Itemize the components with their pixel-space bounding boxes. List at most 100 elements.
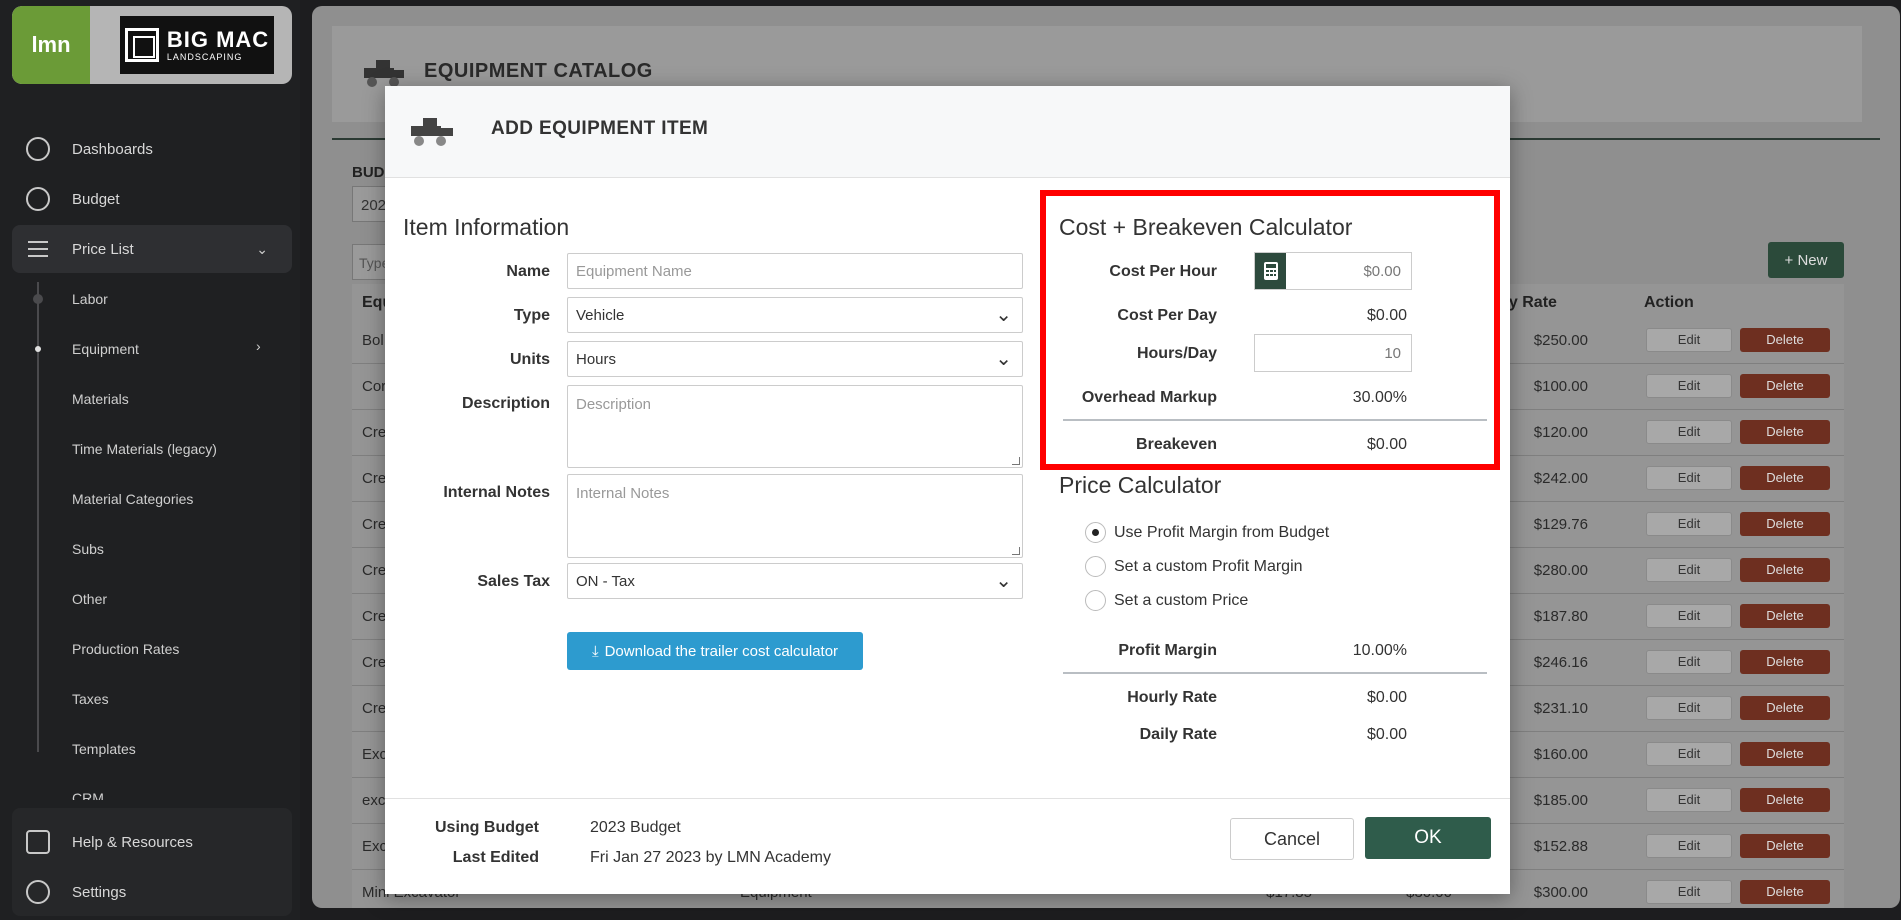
modal-header: ADD EQUIPMENT ITEM: [385, 86, 1510, 178]
description-textarea[interactable]: Description: [567, 385, 1023, 468]
company-logo-mark-icon: [124, 28, 159, 62]
delete-button[interactable]: Delete: [1740, 604, 1830, 628]
delete-button[interactable]: Delete: [1740, 466, 1830, 490]
cost-per-day-label: Cost Per Day: [1117, 307, 1217, 324]
edit-button[interactable]: Edit: [1646, 788, 1732, 812]
sidebar-subitem-labor[interactable]: Labor: [72, 291, 108, 307]
sidebar-item-budget[interactable]: Budget: [12, 175, 292, 223]
sidebar-item-label: Budget: [72, 190, 120, 208]
resize-handle-icon[interactable]: [1012, 547, 1020, 555]
delete-button[interactable]: Delete: [1740, 880, 1830, 904]
sidebar-subitem-other[interactable]: Other: [72, 591, 107, 607]
table-cell-name: exc: [362, 792, 386, 809]
delete-button[interactable]: Delete: [1740, 512, 1830, 536]
truck-icon: [364, 60, 404, 87]
calculator-icon[interactable]: [1255, 253, 1286, 289]
hours-per-day-label: Hours/Day: [1136, 345, 1217, 362]
edit-button[interactable]: Edit: [1646, 880, 1732, 904]
internal-notes-textarea[interactable]: Internal Notes: [567, 474, 1023, 558]
delete-button[interactable]: Delete: [1740, 558, 1830, 582]
daily-rate-label: Daily Rate: [1139, 726, 1217, 743]
last-edited-value: Fri Jan 27 2023 by LMN Academy: [590, 849, 832, 866]
lmn-logo[interactable]: lmn: [12, 6, 90, 84]
edit-button[interactable]: Edit: [1646, 512, 1732, 536]
column-header-action: Action: [1644, 294, 1694, 311]
radio-button-selected[interactable]: [1085, 522, 1106, 543]
radio-use-profit-margin[interactable]: Use Profit Margin from Budget: [1085, 522, 1329, 543]
edit-button[interactable]: Edit: [1646, 604, 1732, 628]
submenu-dot-active: [35, 346, 41, 352]
delete-button[interactable]: Delete: [1740, 328, 1830, 352]
add-equipment-modal: ADD EQUIPMENT ITEM Item Information Name…: [385, 86, 1510, 894]
edit-button[interactable]: Edit: [1646, 420, 1732, 444]
sidebar-item-label: Dashboards: [72, 140, 153, 158]
logo-word-big: BIG: [166, 26, 209, 52]
radio-button[interactable]: [1085, 556, 1106, 577]
sidebar-subitem-templates[interactable]: Templates: [72, 741, 136, 757]
hours-per-day-input[interactable]: 10: [1254, 334, 1412, 372]
gear-icon: [26, 880, 50, 904]
description-placeholder: Description: [576, 396, 652, 413]
sidebar-item-dashboards[interactable]: Dashboards: [12, 125, 292, 173]
delete-button[interactable]: Delete: [1740, 420, 1830, 444]
sidebar-item-help[interactable]: Help & Resources: [12, 818, 292, 866]
cost-per-hour-input[interactable]: $0.00: [1254, 252, 1412, 290]
sidebar-subitem-taxes[interactable]: Taxes: [72, 691, 109, 707]
type-label: Type: [513, 307, 550, 324]
modal-title: ADD EQUIPMENT ITEM: [491, 118, 709, 139]
units-select[interactable]: Hours: [567, 341, 1023, 377]
delete-button[interactable]: Delete: [1740, 696, 1830, 720]
delete-button[interactable]: Delete: [1740, 788, 1830, 812]
gauge-icon: [26, 137, 50, 161]
resize-handle-icon[interactable]: [1012, 457, 1020, 465]
edit-button[interactable]: Edit: [1646, 650, 1732, 674]
edit-button[interactable]: Edit: [1646, 328, 1732, 352]
submenu-dot: [33, 294, 43, 304]
delete-button[interactable]: Delete: [1740, 834, 1830, 858]
cancel-button[interactable]: Cancel: [1230, 818, 1354, 860]
sidebar-item-crm[interactable]: CRM: [72, 790, 104, 800]
edit-button[interactable]: Edit: [1646, 558, 1732, 582]
sidebar-item-label: Help & Resources: [72, 833, 193, 851]
radio-button[interactable]: [1085, 590, 1106, 611]
budget-label: BUD: [352, 164, 385, 181]
edit-button[interactable]: Edit: [1646, 696, 1732, 720]
sidebar-subitem-equipment[interactable]: Equipment: [72, 341, 139, 357]
sales-tax-select-value: ON - Tax: [576, 572, 635, 590]
sales-tax-select[interactable]: ON - Tax: [567, 563, 1023, 599]
download-icon: ⤓: [591, 642, 599, 660]
cost-per-hour-value: $0.00: [1363, 262, 1401, 280]
submenu-line: [37, 282, 39, 752]
logo-word-mac: MAC: [216, 26, 270, 52]
radio-custom-profit-margin[interactable]: Set a custom Profit Margin: [1085, 556, 1303, 577]
sidebar-subitem-subs[interactable]: Subs: [72, 541, 104, 557]
new-button[interactable]: + New: [1768, 242, 1844, 278]
breakeven-value: $0.00: [1366, 436, 1407, 453]
sidebar-subitem-production-rates[interactable]: Production Rates: [72, 641, 179, 657]
edit-button[interactable]: Edit: [1646, 466, 1732, 490]
breakeven-calculator-title: Cost + Breakeven Calculator: [1059, 214, 1353, 240]
sidebar-item-settings[interactable]: Settings: [12, 868, 292, 916]
edit-button[interactable]: Edit: [1646, 374, 1732, 398]
delete-button[interactable]: Delete: [1740, 374, 1830, 398]
download-trailer-calculator-button[interactable]: ⤓ Download the trailer cost calculator: [567, 632, 863, 670]
sidebar-subitem-material-categories[interactable]: Material Categories: [72, 491, 193, 507]
download-button-label: Download the trailer cost calculator: [604, 642, 839, 660]
sidebar-subitem-time-materials[interactable]: Time Materials (legacy): [72, 441, 217, 457]
sidebar-item-price-list[interactable]: Price List ⌄: [12, 225, 292, 273]
table-cell-name: Bol: [362, 332, 384, 349]
edit-button[interactable]: Edit: [1646, 834, 1732, 858]
chevron-right-icon: ›: [256, 338, 261, 354]
ok-button[interactable]: OK: [1365, 817, 1491, 859]
radio-custom-price[interactable]: Set a custom Price: [1085, 590, 1248, 611]
sidebar-subitem-materials[interactable]: Materials: [72, 391, 129, 407]
type-select[interactable]: Vehicle: [567, 297, 1023, 333]
delete-button[interactable]: Delete: [1740, 650, 1830, 674]
table-cell-name: Cre: [362, 470, 387, 487]
table-cell-name: Cre: [362, 700, 387, 717]
edit-button[interactable]: Edit: [1646, 742, 1732, 766]
name-label: Name: [506, 263, 550, 280]
equipment-name-input[interactable]: Equipment Name: [567, 253, 1023, 289]
delete-button[interactable]: Delete: [1740, 742, 1830, 766]
modal-footer: Using Budget 2023 Budget Last Edited Fri…: [385, 798, 1510, 894]
